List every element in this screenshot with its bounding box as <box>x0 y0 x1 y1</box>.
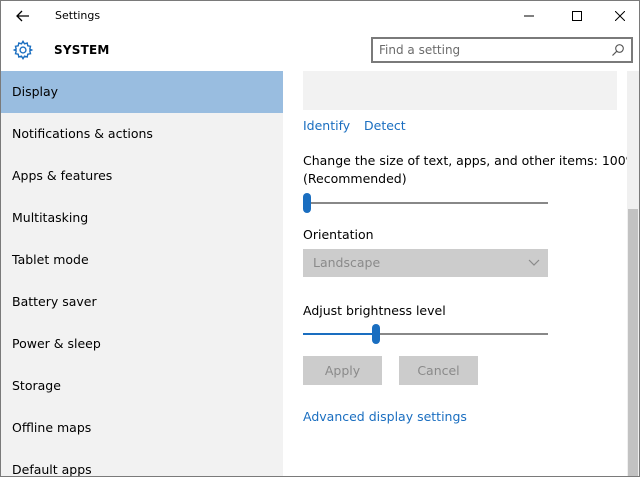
maximize-button[interactable] <box>554 1 600 31</box>
page-header: SYSTEM <box>1 31 639 71</box>
sidebar-item-offline-maps[interactable]: Offline maps <box>1 407 283 449</box>
brightness-label: Adjust brightness level <box>303 303 446 318</box>
minimize-icon <box>524 15 534 17</box>
scale-label-recommended: (Recommended) <box>303 171 407 186</box>
settings-window: Settings SYSTEM Find a setting Display N… <box>0 0 640 477</box>
sidebar-item-notifications[interactable]: Notifications & actions <box>1 113 283 155</box>
orientation-dropdown[interactable]: Landscape <box>303 249 548 277</box>
sidebar-item-storage[interactable]: Storage <box>1 365 283 407</box>
content-scrollbar[interactable] <box>627 71 639 476</box>
brightness-slider[interactable] <box>303 324 548 344</box>
cancel-button[interactable]: Cancel <box>399 356 478 385</box>
brightness-slider-thumb[interactable] <box>371 324 380 344</box>
search-box[interactable] <box>371 37 633 63</box>
close-button[interactable] <box>597 1 639 31</box>
search-icon[interactable] <box>611 43 625 57</box>
chevron-down-icon <box>528 259 540 266</box>
back-button[interactable] <box>9 4 37 28</box>
identify-link[interactable]: Identify <box>303 118 350 133</box>
sidebar-item-battery-saver[interactable]: Battery saver <box>1 281 283 323</box>
scale-slider-track <box>303 202 548 204</box>
monitor-preview-area[interactable] <box>303 71 617 110</box>
scrollbar-thumb[interactable] <box>628 209 638 476</box>
sidebar-item-tablet-mode[interactable]: Tablet mode <box>1 239 283 281</box>
sidebar-item-apps[interactable]: Apps & features <box>1 155 283 197</box>
brightness-slider-fill <box>303 333 376 335</box>
section-title: SYSTEM <box>54 43 110 57</box>
title-bar: Settings <box>1 1 639 31</box>
search-input[interactable] <box>379 42 599 58</box>
advanced-display-settings-link[interactable]: Advanced display settings <box>303 409 467 424</box>
window-title: Settings <box>55 9 101 22</box>
detect-link[interactable]: Detect <box>364 118 406 133</box>
back-arrow-icon <box>16 10 29 22</box>
display-settings-panel: Identify Detect Change the size of text,… <box>283 71 627 476</box>
maximize-icon <box>572 11 582 21</box>
close-icon <box>615 11 625 21</box>
apply-button[interactable]: Apply <box>303 356 382 385</box>
sidebar-nav: Display Notifications & actions Apps & f… <box>1 71 283 476</box>
scale-slider-thumb[interactable] <box>303 193 311 213</box>
orientation-label: Orientation <box>303 227 374 242</box>
scale-label: Change the size of text, apps, and other… <box>303 153 627 168</box>
orientation-value: Landscape <box>313 255 381 270</box>
minimize-button[interactable] <box>506 1 552 31</box>
sidebar-item-default-apps[interactable]: Default apps <box>1 449 283 476</box>
sidebar-item-multitasking[interactable]: Multitasking <box>1 197 283 239</box>
sidebar-item-power-sleep[interactable]: Power & sleep <box>1 323 283 365</box>
sidebar-item-display[interactable]: Display <box>1 71 283 113</box>
scale-slider[interactable] <box>303 193 548 213</box>
gear-icon <box>12 39 34 61</box>
